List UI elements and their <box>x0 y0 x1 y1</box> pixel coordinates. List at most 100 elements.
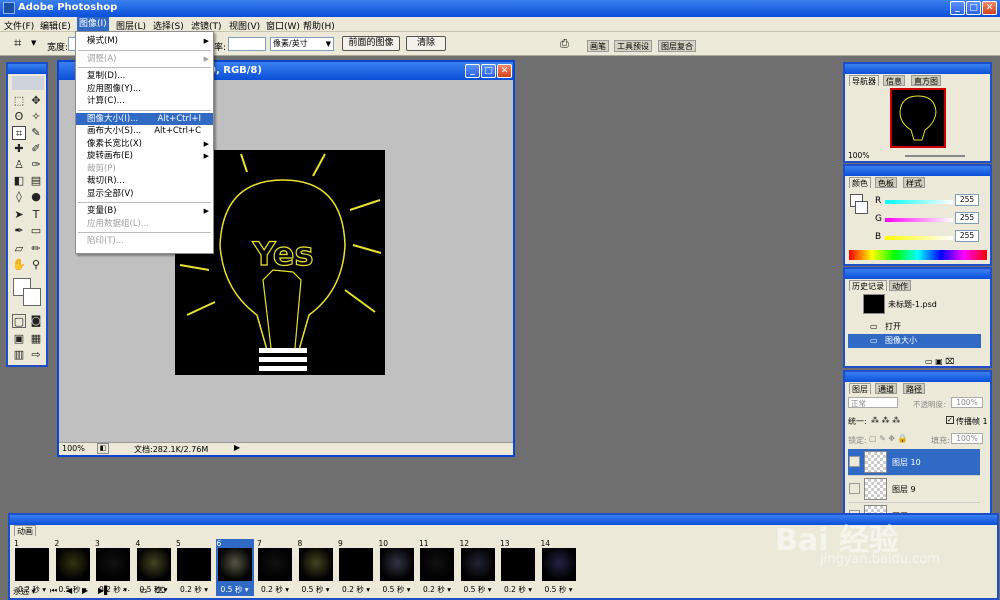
status-menu-icon[interactable]: ◧ <box>97 443 109 454</box>
g-value-field[interactable]: 255 <box>955 212 979 224</box>
frame-delay[interactable]: 0.5 秒 ▾ <box>541 584 577 595</box>
hand-tool-icon[interactable]: ✋ <box>12 258 26 272</box>
full-screen-icon[interactable]: ▦ <box>29 332 43 346</box>
duplicate-frame-button[interactable]: ▭ <box>140 586 148 595</box>
zoom-tool-icon[interactable]: ⚲ <box>29 258 43 272</box>
resolution-field[interactable] <box>228 37 266 51</box>
first-frame-button[interactable]: ⏮ <box>50 586 57 596</box>
r-value-field[interactable]: 255 <box>955 194 979 206</box>
menu-screen-icon[interactable]: ▥ <box>12 348 26 362</box>
gradient-tool-icon[interactable]: ▤ <box>29 174 43 188</box>
blur-tool-icon[interactable]: ◊ <box>12 190 26 204</box>
pen-tool-icon[interactable]: ✒ <box>12 224 26 238</box>
opacity-field[interactable]: 100% <box>951 397 983 408</box>
frame-delay[interactable]: 0.2 秒 ▾ <box>338 584 374 595</box>
tab-brushes[interactable]: 画笔 <box>587 40 609 52</box>
image-menu-item[interactable]: 画布大小(S)... Alt+Ctrl+C <box>76 125 213 137</box>
resolution-unit-select[interactable]: 像素/英寸 ▼ <box>270 37 334 51</box>
b-slider[interactable] <box>885 236 953 240</box>
image-menu-item[interactable]: 像素长宽比(X) ▶ <box>76 138 213 150</box>
status-arrow-icon[interactable]: ▶ <box>234 443 240 452</box>
lasso-tool-icon[interactable]: ʘ <box>12 110 26 124</box>
play-button[interactable]: ▶ <box>82 586 88 595</box>
marquee-tool-icon[interactable]: ⬚ <box>12 94 26 108</box>
crop-tool-icon[interactable]: ⌗ <box>14 36 21 51</box>
tab-styles[interactable]: 样式 <box>903 177 925 188</box>
r-slider[interactable] <box>885 200 953 204</box>
animation-frame[interactable]: 7 0.2 秒 ▾ <box>256 539 294 596</box>
animation-frame[interactable]: 5 0.2 秒 ▾ <box>175 539 213 596</box>
unify-icons[interactable]: ⁂ ⁂ ⁂ <box>871 416 900 425</box>
visibility-eye-icon[interactable] <box>849 456 860 467</box>
front-image-button[interactable]: 前面的图像 <box>342 36 400 51</box>
palette-well-icon[interactable]: ⎙ <box>560 37 569 51</box>
frame-delay[interactable]: 0.2 秒 ▾ <box>257 584 293 595</box>
shape-tool-icon[interactable]: ▭ <box>29 224 43 238</box>
history-buttons[interactable]: ▭ ▣ ⌧ <box>925 357 954 366</box>
tab-color[interactable]: 颜色 <box>849 177 871 188</box>
tab-layers[interactable]: 图层 <box>849 383 871 394</box>
image-menu-item[interactable]: 显示全部(V) <box>76 188 213 200</box>
image-menu-item[interactable]: 变量(B) ▶ <box>76 205 213 217</box>
notes-tool-icon[interactable]: ▱ <box>12 242 26 256</box>
crop-tool-icon[interactable]: ⌗ <box>12 126 26 140</box>
menu-help[interactable]: 帮助(H) <box>303 19 335 32</box>
image-menu-item[interactable]: 复制(D)... <box>76 70 213 82</box>
type-tool-icon[interactable]: T <box>29 208 43 222</box>
loop-select[interactable]: 永远 ▾ <box>13 586 36 597</box>
image-menu-item[interactable]: 裁切(R)... <box>76 175 213 187</box>
tab-paths[interactable]: 路径 <box>903 383 925 394</box>
animation-frame[interactable]: 10 0.5 秒 ▾ <box>378 539 416 596</box>
animation-frame[interactable]: 6 0.5 秒 ▾ <box>215 539 254 596</box>
history-item[interactable]: ▭ 打开 <box>848 320 981 334</box>
frame-delay[interactable]: 0.2 秒 ▾ <box>500 584 536 595</box>
menu-edit[interactable]: 编辑(E) <box>40 19 71 32</box>
tab-histogram[interactable]: 直方图 <box>911 75 941 86</box>
animation-frame[interactable]: 11 0.2 秒 ▾ <box>418 539 456 596</box>
navigator-zoom-slider[interactable] <box>905 155 965 157</box>
clone-stamp-icon[interactable]: ♙ <box>12 158 26 172</box>
screen-mode-icon[interactable]: ▣ <box>12 332 26 346</box>
doc-minimize-button[interactable]: _ <box>465 64 480 78</box>
image-menu-item[interactable]: 图像大小(I)... Alt+Ctrl+I <box>76 112 213 125</box>
blend-mode-select[interactable]: 正常 <box>848 397 898 408</box>
tab-navigator[interactable]: 导航器 <box>849 75 879 86</box>
frame-delay[interactable]: 0.2 秒 ▾ <box>176 584 212 595</box>
history-brush-icon[interactable]: ✑ <box>29 158 43 172</box>
chevron-down-icon[interactable]: ▼ <box>31 39 36 47</box>
menu-file[interactable]: 文件(F) <box>4 19 34 32</box>
menu-image[interactable]: 图像(I) <box>77 17 109 32</box>
menu-window[interactable]: 窗口(W) <box>266 19 300 32</box>
close-button[interactable]: ✕ <box>982 1 997 15</box>
b-value-field[interactable]: 255 <box>955 230 979 242</box>
layer-row[interactable]: 图层 10 <box>848 449 980 476</box>
tab-channels[interactable]: 通道 <box>875 383 897 394</box>
background-color-swatch[interactable] <box>855 201 868 214</box>
frame-delay[interactable]: 0.5 秒 ▾ <box>217 584 253 595</box>
tab-actions[interactable]: 动作 <box>889 280 911 291</box>
jump-to-imageready-icon[interactable]: ⇨ <box>29 348 43 362</box>
image-menu-item[interactable]: 模式(M) ▶ <box>76 35 213 47</box>
slice-tool-icon[interactable]: ✎ <box>29 126 43 140</box>
menu-view[interactable]: 视图(V) <box>229 19 260 32</box>
propagate-checkbox[interactable]: ✓ <box>946 416 954 424</box>
clear-button[interactable]: 清除 <box>406 36 446 51</box>
magic-wand-icon[interactable]: ✧ <box>29 110 43 124</box>
lock-icons[interactable]: ▢ ✎ ✥ 🔒 <box>869 434 908 443</box>
image-menu-item[interactable]: 旋转画布(E) ▶ <box>76 150 213 162</box>
animation-frame[interactable]: 9 0.2 秒 ▾ <box>337 539 375 596</box>
frame-delay[interactable]: 0.2 秒 ▾ <box>419 584 455 595</box>
next-frame-button[interactable]: ▶▌ <box>98 586 110 595</box>
g-slider[interactable] <box>885 218 953 222</box>
standard-mode-icon[interactable]: ▢ <box>12 314 26 328</box>
animation-frame[interactable]: 13 0.2 秒 ▾ <box>499 539 537 596</box>
tab-history[interactable]: 历史记录 <box>849 280 887 291</box>
dodge-tool-icon[interactable]: ● <box>29 190 43 204</box>
tab-layer-comps[interactable]: 图层复合 <box>658 40 696 52</box>
visibility-eye-icon[interactable] <box>849 483 860 494</box>
eyedropper-icon[interactable]: ✏ <box>29 242 43 256</box>
tab-info[interactable]: 信息 <box>883 75 905 86</box>
navigator-thumbnail[interactable] <box>890 88 946 148</box>
path-select-icon[interactable]: ➤ <box>12 208 26 222</box>
frame-delay[interactable]: 0.5 秒 ▾ <box>298 584 334 595</box>
